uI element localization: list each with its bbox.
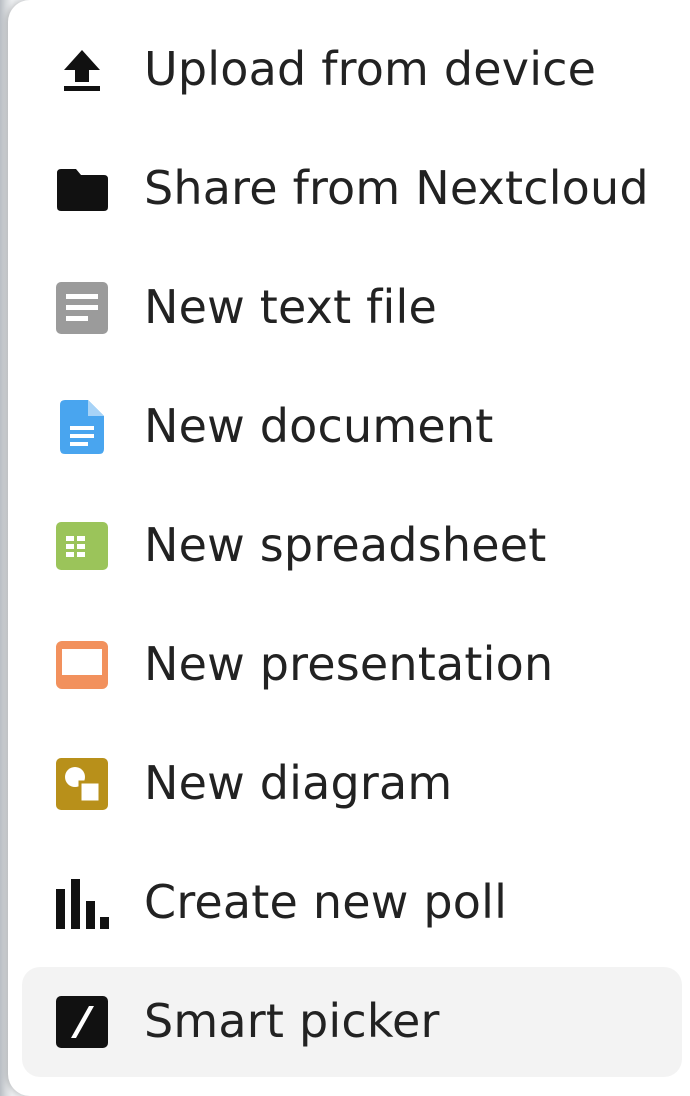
- menu-item-new-spreadsheet[interactable]: New spreadsheet: [22, 491, 682, 601]
- menu-item-new-text-file[interactable]: New text file: [22, 253, 682, 363]
- diagram-icon: [54, 756, 110, 812]
- menu-item-upload-from-device[interactable]: Upload from device: [22, 15, 682, 125]
- new-item-menu: Upload from device Share from Nextcloud …: [8, 0, 690, 1096]
- menu-item-new-presentation[interactable]: New presentation: [22, 610, 682, 720]
- menu-item-label: New text file: [144, 279, 438, 334]
- menu-item-label: Create new poll: [144, 874, 508, 929]
- upload-icon: [54, 42, 110, 98]
- poll-icon: [54, 875, 110, 931]
- menu-item-smart-picker[interactable]: Smart picker: [22, 967, 682, 1077]
- menu-item-label: Share from Nextcloud: [144, 160, 649, 215]
- menu-item-create-new-poll[interactable]: Create new poll: [22, 848, 682, 958]
- menu-item-share-from-nextcloud[interactable]: Share from Nextcloud: [22, 134, 682, 244]
- document-icon: [54, 399, 110, 455]
- spreadsheet-icon: [54, 518, 110, 574]
- menu-item-new-document[interactable]: New document: [22, 372, 682, 482]
- presentation-icon: [54, 637, 110, 693]
- menu-item-new-diagram[interactable]: New diagram: [22, 729, 682, 839]
- menu-item-label: New diagram: [144, 755, 453, 810]
- menu-item-label: Upload from device: [144, 41, 597, 96]
- menu-item-label: Smart picker: [144, 993, 440, 1048]
- folder-icon: [54, 161, 110, 217]
- menu-item-label: New presentation: [144, 636, 554, 691]
- menu-item-label: New document: [144, 398, 494, 453]
- menu-item-label: New spreadsheet: [144, 517, 547, 572]
- text-file-icon: [54, 280, 110, 336]
- smart-picker-icon: [54, 994, 110, 1050]
